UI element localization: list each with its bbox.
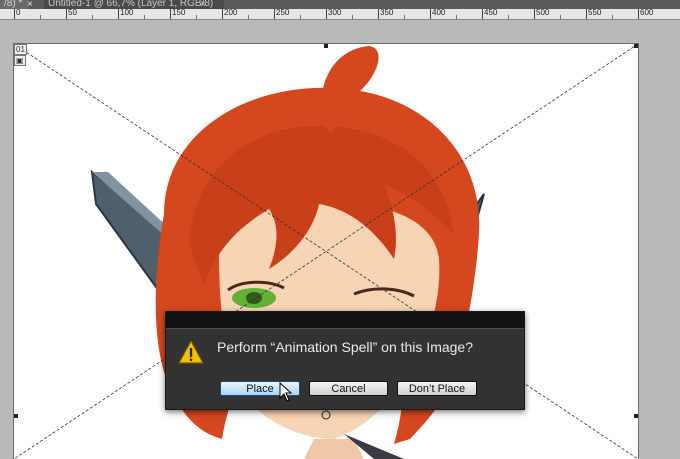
ruler-label: 600 [640,8,654,17]
ruler-label: 0 [16,8,21,17]
ruler-label: 400 [432,8,446,17]
dont-place-button[interactable]: Don’t Place [397,381,477,396]
ruler-label: 100 [120,8,134,17]
artboard-label: 01▣ [14,44,38,66]
horizontal-ruler: 0 50 100 150 200 250 300 350 400 450 500… [0,8,680,20]
ruler-label: 550 [588,8,602,17]
ruler-label: 350 [380,8,394,17]
document-tab-1[interactable]: /8) * [0,0,28,9]
tab-2-close-icon[interactable]: × [200,0,206,9]
artboard-number: 01 [14,44,27,55]
ruler-label: 250 [276,8,290,17]
ruler-label: 300 [328,8,342,17]
ruler-label: 50 [68,8,77,17]
artboard-icon: ▣ [14,55,26,66]
mouse-cursor-icon [279,382,293,402]
warning-icon [178,340,204,364]
place-dialog: Perform “Animation Spell” on this Image?… [165,311,525,410]
dialog-message: Perform “Animation Spell” on this Image? [217,339,473,355]
transform-handle [634,44,638,48]
ruler-label: 150 [172,8,186,17]
ruler-label: 200 [224,8,238,17]
transform-handle [14,414,18,418]
dialog-titlebar[interactable] [166,312,524,329]
ruler-label: 500 [536,8,550,17]
transform-handle [634,414,638,418]
ruler-label: 450 [484,8,498,17]
cancel-button[interactable]: Cancel [309,381,388,396]
tab-1-close-icon[interactable]: × [27,0,33,9]
transform-handle [324,44,328,48]
